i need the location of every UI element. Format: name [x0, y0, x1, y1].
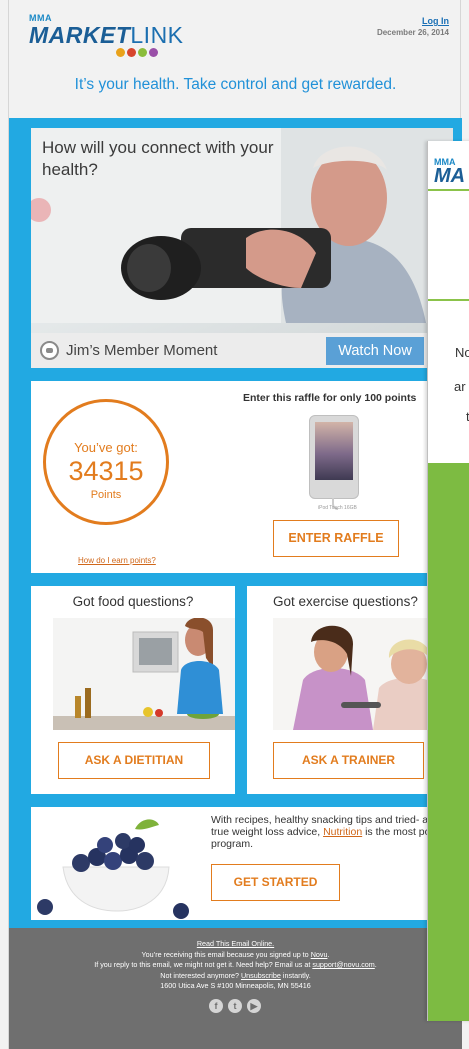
- raffle-title: Enter this raffle for only 100 points: [243, 392, 417, 404]
- email-header: MMA MARKETLINK Log In December 26, 2014 …: [9, 0, 462, 94]
- earn-points-link[interactable]: How do I earn points?: [78, 556, 156, 565]
- social-links: f t ▶: [209, 999, 261, 1013]
- hero-caption-bar: Jim’s Member Moment Watch Now: [31, 333, 453, 368]
- overlay-divider-top: [428, 189, 469, 191]
- hero-card: How will you connect with your health? J…: [31, 128, 453, 368]
- overlay-text-1: No: [455, 345, 469, 360]
- exercise-card: Got exercise questions? ASK A TRAINER: [247, 586, 453, 794]
- mailing-address: 1600 Utica Ave S #100 Minneapolis, MN 55…: [160, 981, 311, 990]
- login-link[interactable]: Log In: [377, 16, 449, 26]
- content-panel: How will you connect with your health? J…: [9, 118, 462, 928]
- chat-bubble-icon: [40, 341, 59, 360]
- overlay-logo: MA: [434, 165, 466, 187]
- facebook-icon[interactable]: f: [209, 999, 223, 1013]
- blueberries-photo: [31, 807, 201, 920]
- ipod-screen: [315, 422, 353, 480]
- twitter-icon[interactable]: t: [228, 999, 242, 1013]
- email-page: MMA MARKETLINK Log In December 26, 2014 …: [8, 0, 462, 1049]
- enter-raffle-button[interactable]: ENTER RAFFLE: [273, 520, 399, 557]
- ask-trainer-button[interactable]: ASK A TRAINER: [273, 742, 424, 779]
- food-title: Got food questions?: [72, 594, 194, 609]
- login-area: Log In December 26, 2014: [377, 16, 449, 37]
- youtube-icon[interactable]: ▶: [247, 999, 261, 1013]
- coin-icon: [116, 48, 125, 57]
- unsubscribe-link[interactable]: Unsubscribe: [241, 971, 281, 980]
- food-card: Got food questions? ASK A DIETITIAN: [31, 586, 235, 794]
- email-date: December 26, 2014: [376, 28, 449, 37]
- marketlink-logo[interactable]: MMA MARKETLINK: [29, 14, 184, 57]
- member-moment-caption: Jim’s Member Moment: [66, 342, 218, 359]
- footer-text: Read This Email Online. You’re receiving…: [9, 939, 462, 992]
- apple-icon: [138, 48, 147, 57]
- overlay-text-2: ar: [454, 379, 466, 394]
- nutrition-link[interactable]: Nutrition: [323, 826, 362, 838]
- hero-title: How will you connect with your health?: [42, 138, 274, 179]
- novu-link[interactable]: Novu: [311, 950, 328, 959]
- points-ring: You’ve got: 34315 Points: [43, 399, 169, 525]
- watch-now-button[interactable]: Watch Now: [326, 337, 424, 365]
- logo-wordmark: MARKETLINK: [29, 22, 184, 48]
- prize-label: iPod Touch 16GB: [318, 505, 357, 511]
- heart-icon: [127, 48, 136, 57]
- nutrition-text: With recipes, healthy snacking tips and …: [211, 814, 453, 850]
- youve-got-label: You’ve got:: [74, 440, 138, 455]
- ipod-image: [309, 415, 359, 510]
- read-online-link[interactable]: Read This Email Online.: [197, 939, 274, 948]
- overlay-divider-bottom: [428, 299, 469, 301]
- overlapping-email-window[interactable]: MMA MA No ar t: [427, 141, 469, 1021]
- logo-icons: [116, 48, 158, 57]
- tagline: It’s your health. Take control and get r…: [74, 76, 397, 93]
- get-started-button[interactable]: GET STARTED: [211, 864, 340, 901]
- support-email-link[interactable]: support@novu.com: [312, 960, 374, 969]
- points-unit: Points: [90, 489, 122, 501]
- person-icon: [149, 48, 158, 57]
- email-footer: Read This Email Online. You’re receiving…: [9, 928, 462, 1049]
- exercise-title: Got exercise questions?: [273, 594, 418, 609]
- nutrition-card: With recipes, healthy snacking tips and …: [31, 807, 453, 920]
- dietitian-photo: [53, 618, 235, 730]
- ask-dietitian-button[interactable]: ASK A DIETITIAN: [58, 742, 210, 779]
- trainer-photo: [273, 618, 453, 730]
- points-card: You’ve got: 34315 Points How do I earn p…: [31, 381, 453, 573]
- points-value: 34315: [68, 456, 144, 486]
- overlay-green-panel: [428, 463, 469, 1021]
